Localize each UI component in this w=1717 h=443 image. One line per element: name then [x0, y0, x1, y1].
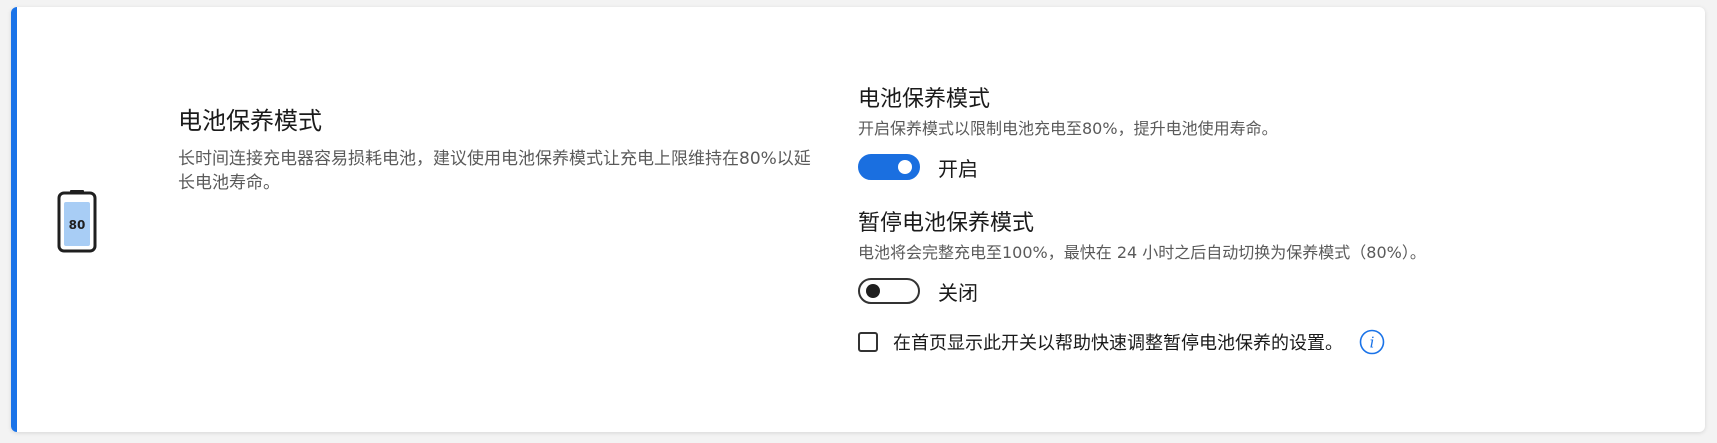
show-on-home-checkbox[interactable]	[858, 332, 878, 352]
pause-battery-care-toggle-label: 关闭	[938, 280, 978, 305]
svg-text:i: i	[1370, 334, 1375, 352]
battery-care-toggle-label: 开启	[938, 156, 978, 181]
battery-care-section: 电池保养模式 开启保养模式以限制电池充电至80%，提升电池使用寿命。 开启	[858, 85, 1678, 183]
pause-battery-care-toggle[interactable]	[858, 278, 920, 304]
battery-icon: 80	[57, 190, 97, 253]
battery-care-description: 开启保养模式以限制电池充电至80%，提升电池使用寿命。	[858, 119, 1278, 138]
toggle-knob	[866, 284, 880, 298]
accent-bar	[11, 7, 17, 432]
pause-battery-care-toggle-row: 关闭	[858, 275, 1678, 307]
battery-level-text: 80	[69, 218, 86, 232]
page-title: 电池保养模式	[178, 107, 322, 135]
pause-battery-care-section: 暂停电池保养模式 电池将会完整充电至100%，最快在 24 小时之后自动切换为保…	[858, 209, 1678, 307]
right-column: 电池保养模式 开启保养模式以限制电池充电至80%，提升电池使用寿命。 开启 暂停…	[858, 85, 1678, 355]
battery-care-toggle[interactable]	[858, 154, 920, 180]
page-description: 长时间连接充电器容易损耗电池，建议使用电池保养模式让充电上限维持在80%以延长电…	[178, 149, 811, 193]
left-column: 电池保养模式 长时间连接充电器容易损耗电池，建议使用电池保养模式让充电上限维持在…	[178, 105, 828, 195]
show-on-home-label: 在首页显示此开关以帮助快速调整暂停电池保养的设置。	[893, 333, 1343, 354]
pause-battery-care-description: 电池将会完整充电至100%，最快在 24 小时之后自动切换为保养模式（80%）。	[858, 243, 1426, 262]
show-on-home-row: 在首页显示此开关以帮助快速调整暂停电池保养的设置。 i	[858, 329, 1678, 355]
battery-care-title: 电池保养模式	[858, 87, 991, 112]
info-icon[interactable]: i	[1359, 329, 1385, 355]
toggle-knob	[898, 160, 912, 174]
battery-care-toggle-row: 开启	[858, 151, 1678, 183]
pause-battery-care-title: 暂停电池保养模式	[858, 211, 1035, 236]
battery-care-card: 80 电池保养模式 长时间连接充电器容易损耗电池，建议使用电池保养模式让充电上限…	[11, 7, 1705, 432]
